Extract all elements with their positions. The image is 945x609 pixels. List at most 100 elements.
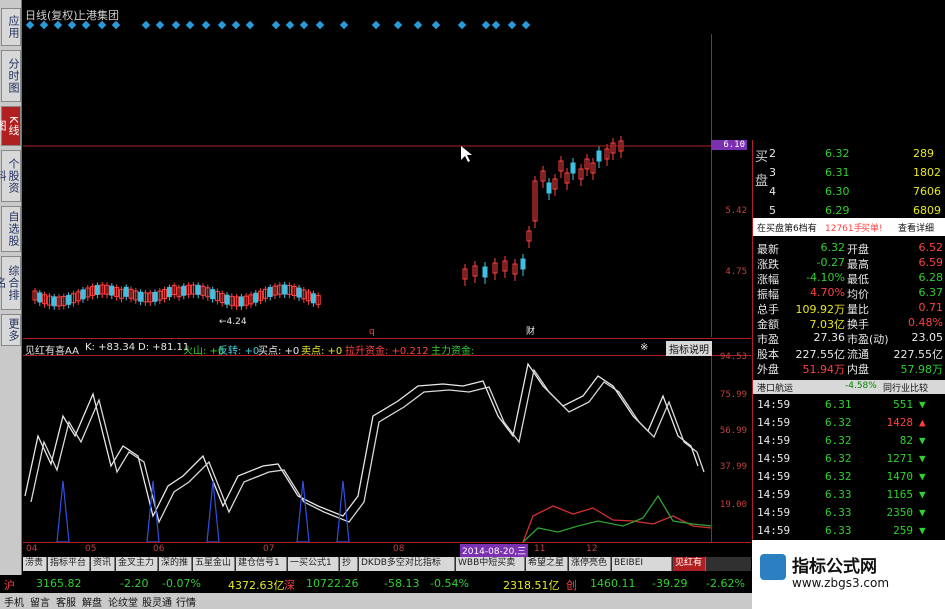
orderbook-row[interactable]: 4 6.30 7606 [753, 182, 945, 201]
menu-service[interactable]: 客服 [56, 594, 76, 609]
date-tick: 06 [153, 544, 165, 554]
tab-ranking[interactable]: 综合排名 [0, 256, 21, 310]
event-marker-icon[interactable] [141, 20, 151, 30]
indicator-tab[interactable]: 见红有 [673, 557, 706, 571]
event-marker-icon[interactable] [171, 20, 181, 30]
tick-time: 14:59 [757, 398, 791, 411]
event-marker-icon[interactable] [271, 20, 281, 30]
tick-price: 6.33 [825, 506, 852, 519]
big-order-notice[interactable]: 在买盘第6档有 12761手 买单! 查看详细 [753, 218, 945, 236]
menu-message[interactable]: 留言 [30, 594, 50, 609]
event-marker-icon[interactable] [393, 20, 403, 30]
menu-forum[interactable]: 论纹堂 [108, 594, 138, 609]
date-tick: 12 [586, 544, 598, 554]
event-marker-icon[interactable] [231, 20, 241, 30]
event-marker-icon[interactable] [39, 20, 49, 30]
indicator-tab[interactable]: 建仓信号1 [236, 557, 287, 571]
left-tab-strip: 应用 分时图 K线图 个股资料 自选股 综合排名 更多 [0, 0, 22, 575]
tick-volume: 2350 [886, 506, 914, 519]
info-value: 6.59 [918, 256, 944, 269]
event-marker-icon[interactable] [413, 20, 423, 30]
tick-volume: 1271 [886, 452, 914, 465]
indicator-tab[interactable]: WBB中短买卖 [456, 557, 525, 571]
indicator-tab[interactable]: 资讯 [91, 557, 115, 571]
level-price: 6.32 [825, 147, 850, 160]
event-marker-icon[interactable] [245, 20, 255, 30]
menu-mobile[interactable]: 手机 [4, 594, 24, 609]
indicator-tab[interactable]: 深的推 [159, 557, 192, 571]
indicator-tab[interactable]: 五星金山 [193, 557, 235, 571]
event-marker-icon[interactable] [481, 20, 491, 30]
sector-bar[interactable]: 港口航运 -4.58% 同行业比较 [753, 380, 945, 394]
sector-compare-link[interactable]: 同行业比较 [883, 381, 928, 394]
indicator-tab[interactable]: DKDB多空对比指标 [359, 557, 455, 571]
tick-time: 14:59 [757, 506, 791, 519]
indicator-close-button[interactable]: ※ [640, 342, 648, 353]
event-marker-icon[interactable] [67, 20, 77, 30]
tab-watchlist[interactable]: 自选股 [1, 206, 21, 252]
tab-app[interactable]: 应用 [1, 8, 21, 46]
info-value: 51.94万 [802, 363, 846, 376]
event-marker-icon[interactable] [339, 20, 349, 30]
cy-label[interactable]: 创 [566, 577, 577, 593]
indicator-tab[interactable]: 涨停亮色 [569, 557, 611, 571]
event-marker-icon[interactable] [155, 20, 165, 30]
tab-intraday[interactable]: 分时图 [1, 50, 21, 102]
event-marker-icon[interactable] [315, 20, 325, 30]
indicator-tab[interactable]: BEIBEI [612, 557, 672, 571]
event-marker-icon[interactable] [201, 20, 211, 30]
event-marker-icon[interactable] [25, 20, 35, 30]
watermark-title: 指标公式网 [792, 557, 877, 577]
cy-amount: 2318.51亿 [503, 579, 560, 592]
tick-price: 6.31 [825, 398, 852, 411]
event-marker-icon[interactable] [457, 20, 467, 30]
event-marker-icon[interactable] [491, 20, 501, 30]
view-detail-link[interactable]: 查看详细 [898, 221, 934, 234]
indicator-tab[interactable]: 抄 [340, 557, 358, 571]
period-label[interactable]: 日线(复权) [25, 7, 78, 23]
event-marker-icon[interactable] [299, 20, 309, 30]
info-value: -4.10% [806, 271, 845, 284]
event-marker-icon[interactable] [185, 20, 195, 30]
date-axis: 04 05 06 07 08 2014-08-20,三 11 12 [23, 542, 751, 557]
sz-pct: -0.54% [430, 577, 469, 590]
menu-stock-link[interactable]: 股灵通 [142, 594, 172, 609]
tab-more[interactable]: 更多 [1, 314, 21, 346]
menu-quotes[interactable]: 行情 [176, 594, 196, 609]
orderbook-row[interactable]: 3 6.31 1802 [753, 163, 945, 182]
kline-chart[interactable]: ←4.24 q 财 [23, 34, 711, 337]
tick-volume: 82 [899, 434, 913, 447]
info-value: 0.71 [918, 301, 944, 314]
site-logo-icon [760, 554, 786, 580]
orderbook-row[interactable]: 2 6.32 289 [753, 144, 945, 163]
event-marker-icon[interactable] [507, 20, 517, 30]
arrow-down-icon: ▼ [919, 434, 926, 447]
event-marker-icon[interactable] [53, 20, 63, 30]
candle-body [37, 292, 43, 303]
sz-label[interactable]: 深 [284, 577, 295, 593]
indicator-tab[interactable]: 指标平台 [48, 557, 90, 571]
indicator-tab[interactable]: 涝贵 [23, 557, 47, 571]
stock-name: 上港集团 [75, 9, 119, 22]
sh-label[interactable]: 沪 [4, 577, 15, 593]
menu-analysis[interactable]: 解盘 [82, 594, 102, 609]
indicator-explain-button[interactable]: 指标说明 [666, 341, 712, 356]
event-marker-icon[interactable] [521, 20, 531, 30]
event-marker-icon[interactable] [285, 20, 295, 30]
date-tick: 05 [85, 544, 97, 554]
event-marker-icon[interactable] [111, 20, 121, 30]
event-marker-icon[interactable] [371, 20, 381, 30]
indicator-tab[interactable]: 金叉主力 [116, 557, 158, 571]
indicator-tab[interactable]: 一买公式1 [288, 557, 339, 571]
tab-stock-info[interactable]: 个股资料 [0, 150, 21, 202]
indicator-tab[interactable]: 希望之星 [526, 557, 568, 571]
event-marker-icon[interactable] [81, 20, 91, 30]
indicator-chart[interactable] [23, 356, 711, 542]
event-markers-row [23, 20, 535, 34]
tab-kline[interactable]: K线图 [0, 106, 21, 146]
event-marker-icon[interactable] [431, 20, 441, 30]
event-marker-icon[interactable] [217, 20, 227, 30]
event-marker-icon[interactable] [97, 20, 107, 30]
indicator-name[interactable]: 见红有喜AA [25, 342, 79, 357]
info-row: 外盘 51.94万 内盘 57.98万 [753, 360, 945, 376]
